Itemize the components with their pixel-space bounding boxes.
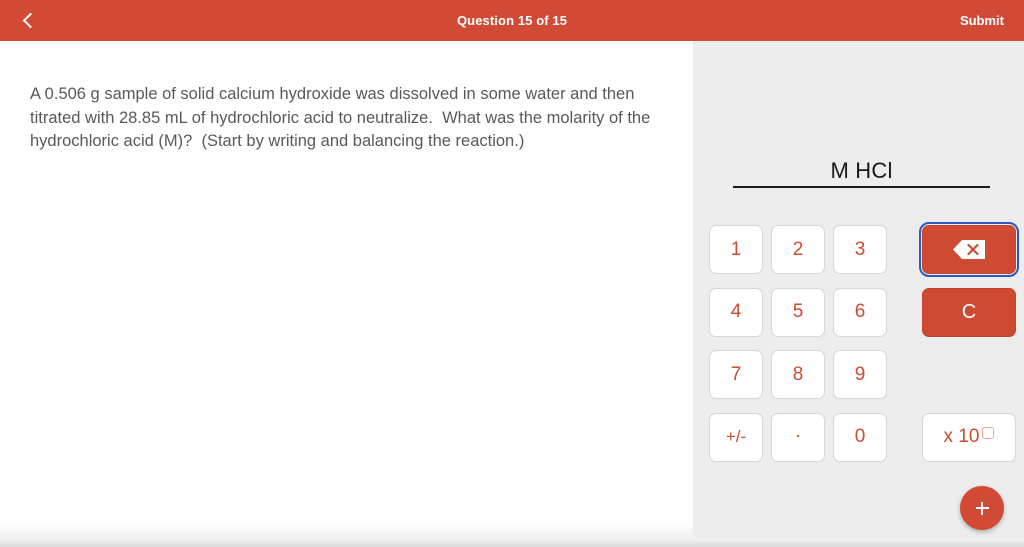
- key-9[interactable]: 9: [833, 350, 887, 399]
- page-title: Question 15 of 15: [456, 13, 568, 28]
- question-panel: A 0.506 g sample of solid calcium hydrox…: [0, 41, 693, 539]
- clear-button-label: C: [961, 300, 977, 323]
- key-decimal-point[interactable]: .: [771, 412, 825, 462]
- answer-input[interactable]: M HCl: [733, 146, 990, 188]
- key-2[interactable]: 2: [771, 225, 825, 274]
- add-button[interactable]: [960, 486, 1004, 530]
- exponent-placeholder-box: [982, 427, 995, 439]
- exponent-button[interactable]: x 10: [922, 412, 1016, 462]
- key-plus-minus[interactable]: +/-: [709, 412, 763, 462]
- exponent-button-content: x 10: [944, 426, 995, 448]
- backspace-icon: [952, 239, 986, 260]
- chevron-left-icon: [22, 12, 38, 29]
- key-1[interactable]: 1: [709, 225, 763, 274]
- key-8[interactable]: 8: [771, 350, 825, 399]
- key-0[interactable]: 0: [833, 412, 887, 462]
- key-6[interactable]: 6: [833, 287, 887, 337]
- quiz-screen: Question 15 of 15 Submit A 0.506 g sampl…: [0, 0, 1024, 547]
- exponent-button-label: x 10: [943, 426, 980, 447]
- key-5[interactable]: 5: [771, 287, 825, 337]
- backspace-button[interactable]: [919, 222, 1019, 277]
- key-4[interactable]: 4: [709, 287, 763, 337]
- back-button[interactable]: [6, 0, 50, 41]
- answer-panel: M HCl 1 2 3 4 5 6 C 7 8 9 +/- . 0 x 10: [693, 41, 1024, 539]
- bottom-shade: [0, 525, 693, 539]
- plus-icon: [975, 501, 989, 515]
- bottom-bar: [0, 539, 1024, 547]
- keypad-row: 7 8 9: [693, 350, 1024, 413]
- key-3[interactable]: 3: [833, 225, 887, 274]
- keypad-row: 1 2 3: [693, 222, 1024, 288]
- question-text: A 0.506 g sample of solid calcium hydrox…: [30, 85, 655, 150]
- clear-button[interactable]: C: [922, 287, 1016, 337]
- keypad-row: 4 5 6 C: [693, 287, 1024, 351]
- answer-unit-label: M HCl: [830, 158, 893, 183]
- key-7[interactable]: 7: [709, 350, 763, 399]
- numeric-keypad: 1 2 3 4 5 6 C 7 8 9 +/- . 0 x 10: [693, 222, 1024, 476]
- keypad-row: +/- . 0 x 10: [693, 412, 1024, 476]
- app-header: Question 15 of 15 Submit: [0, 0, 1024, 41]
- submit-button[interactable]: Submit: [952, 0, 1012, 41]
